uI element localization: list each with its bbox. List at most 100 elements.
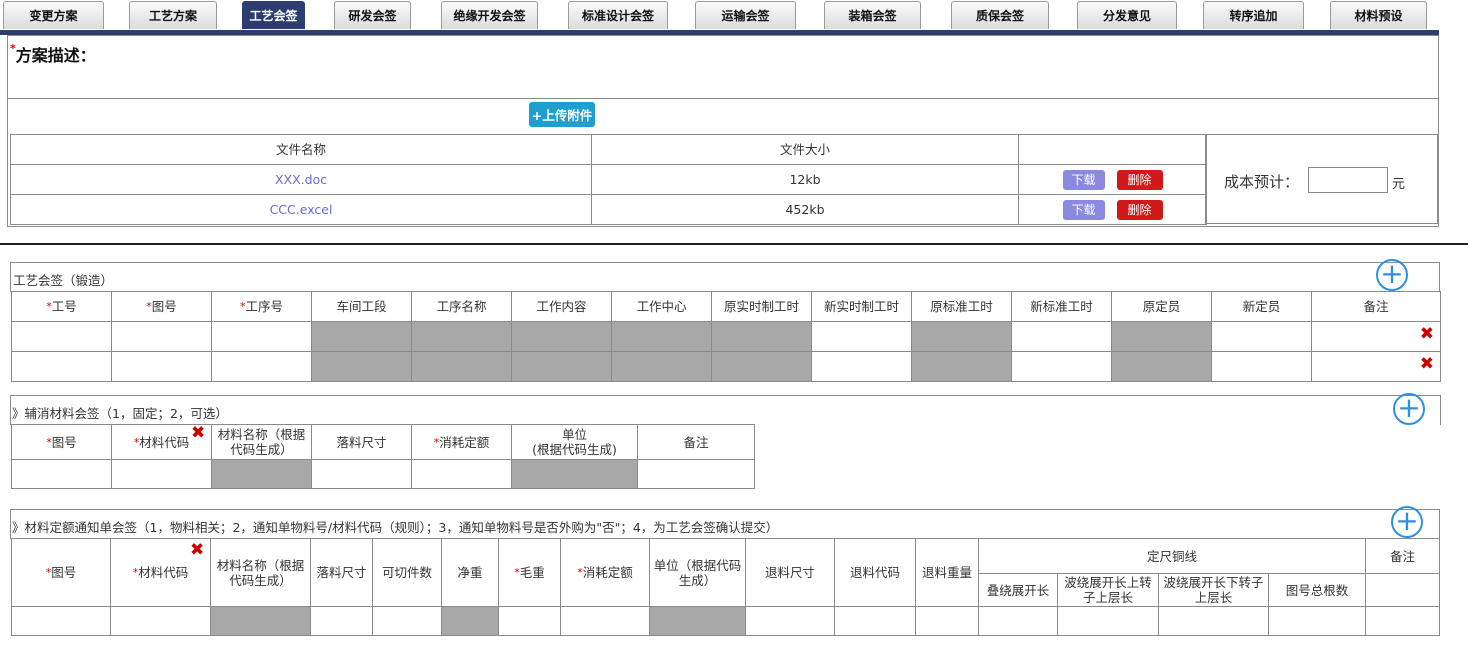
tab-8[interactable]: 质保会签	[951, 1, 1049, 29]
cell[interactable]	[1267, 606, 1367, 636]
cell[interactable]	[811, 321, 912, 352]
download-button[interactable]: 下载	[1062, 199, 1105, 220]
file-size: 452kb	[591, 194, 1019, 225]
tab-1[interactable]: 工艺方案	[129, 1, 217, 29]
add-row-icon[interactable]: +	[1393, 393, 1425, 425]
cell[interactable]	[1365, 606, 1441, 636]
cell[interactable]	[1158, 606, 1269, 636]
description-box[interactable]: *方案描述：	[7, 35, 1439, 99]
process-sign-header	[10, 262, 1440, 292]
cost-input[interactable]	[1308, 167, 1388, 193]
file-table: 文件名称 文件大小 XXX.doc 12kb 下载 删除 CCC.excel 45…	[10, 134, 1207, 225]
cell[interactable]	[211, 321, 312, 352]
cell[interactable]: ✖	[1311, 351, 1441, 382]
column-header: 可切件数	[372, 538, 442, 607]
cell[interactable]	[1011, 351, 1112, 382]
column-header: 新实时制工时	[811, 291, 912, 322]
column-header: 单位 (根据代码生成)	[511, 424, 638, 460]
cell[interactable]	[1057, 606, 1159, 636]
tab-5[interactable]: 标准设计会签	[568, 1, 668, 29]
download-button[interactable]: 下载	[1062, 169, 1105, 190]
cell[interactable]	[1211, 321, 1312, 352]
tab-4[interactable]: 绝缘开发会签	[441, 1, 538, 29]
column-header: 波绕展开长下转子上层长	[1158, 573, 1269, 607]
cell[interactable]	[745, 606, 835, 636]
cell[interactable]	[11, 459, 112, 489]
cell[interactable]	[915, 606, 979, 636]
cell[interactable]	[372, 606, 442, 636]
cell[interactable]	[637, 459, 755, 489]
column-header-label: 工号	[51, 299, 77, 314]
tab-9[interactable]: 分发意见	[1077, 1, 1177, 29]
aux-sign-title: 》辅消材料会签（1，固定；2，可选）	[12, 406, 228, 421]
cell[interactable]	[11, 606, 111, 636]
column-header: 工作内容	[511, 291, 612, 322]
add-row-icon[interactable]: +	[1376, 259, 1408, 291]
cell[interactable]	[110, 606, 211, 636]
aux-sign-table: *图号 *材料代码 材料名称（根据代码生成） 落料尺寸 *消耗定额 单位 (根据代码生成)…	[11, 424, 755, 489]
cell	[211, 459, 312, 489]
tab-10[interactable]: 转序追加	[1203, 1, 1304, 29]
column-header: 净重	[441, 538, 499, 607]
column-header: *消耗定额	[411, 424, 512, 460]
tab-3[interactable]: 研发会签	[334, 1, 411, 29]
column-header-label: 工作内容	[536, 299, 587, 314]
tab-7[interactable]: 装箱会签	[824, 1, 921, 29]
cell[interactable]	[834, 606, 916, 636]
add-row-icon[interactable]: +	[1391, 506, 1423, 538]
aux-sign-header-row: *图号 *材料代码 材料名称（根据代码生成） 落料尺寸 *消耗定额 单位 (根据代码生成)…	[11, 424, 755, 460]
quota-sign-title: 》材料定额通知单会签（1，物料相关；2，通知单物料号/材料代码（规则）；3，通知…	[12, 520, 779, 535]
cell[interactable]: ✖	[1311, 321, 1441, 352]
delete-row-icon[interactable]: ✖	[1420, 356, 1434, 373]
column-header: 新标准工时	[1011, 291, 1112, 322]
column-header: 退料重量	[915, 538, 979, 607]
column-header-label: 备注	[1390, 548, 1416, 564]
file-actions: 下载 删除	[1018, 194, 1207, 225]
cell[interactable]	[411, 459, 512, 489]
file-actions: 下载 删除	[1018, 164, 1207, 195]
cell[interactable]	[111, 351, 212, 382]
cell[interactable]	[211, 351, 312, 382]
quota-sign-header-row: *图号 *材料代码 材料名称（根据代码生成） 落料尺寸 可切件数 净重 *毛重 *消耗定额 单位…	[11, 538, 1441, 607]
cell[interactable]	[1011, 321, 1112, 352]
column-header-label: 可切件数	[381, 565, 432, 580]
tab-2[interactable]: 工艺会签	[242, 1, 305, 29]
column-header: 材料名称（根据代码生成）	[211, 424, 312, 460]
cost-label: 成本预计：	[1224, 173, 1300, 191]
tab-0[interactable]: 变更方案	[3, 1, 104, 29]
cell[interactable]	[111, 459, 212, 489]
cell[interactable]	[310, 606, 373, 636]
column-header: 定尺铜线	[977, 538, 1367, 574]
process-sign-header-row: *工号 *图号 *工序号 车间工段 工序名称 工作内容 工作中心 原实时制工时 新实时制工时 原标…	[11, 291, 1441, 322]
cell[interactable]	[978, 606, 1058, 636]
cell[interactable]	[811, 351, 912, 382]
delete-row-icon[interactable]: ✖	[1420, 326, 1434, 343]
column-header: *毛重	[498, 538, 561, 607]
column-header: 新定员	[1211, 291, 1312, 322]
delete-column-icon[interactable]: ✖	[191, 423, 205, 443]
cell[interactable]	[311, 459, 412, 489]
delete-column-icon[interactable]: ✖	[190, 540, 204, 560]
column-header: 叠绕展开长	[978, 573, 1058, 607]
column-header-label: 新标准工时	[1030, 299, 1093, 314]
tab-6[interactable]: 运输会签	[695, 1, 796, 29]
column-header: 材料名称（根据代码生成）	[210, 538, 311, 607]
delete-button[interactable]: 删除	[1116, 199, 1163, 220]
cell[interactable]	[1211, 351, 1312, 382]
column-header-label: 单位（根据代码生成）	[653, 557, 742, 588]
column-header: 落料尺寸	[311, 424, 412, 460]
delete-button[interactable]: 删除	[1116, 169, 1163, 190]
cell[interactable]	[111, 321, 212, 352]
column-header-label: 落料尺寸	[316, 565, 367, 580]
tab-11[interactable]: 材料预设	[1330, 1, 1427, 29]
column-header: *图号	[11, 424, 112, 460]
file-name-link[interactable]: XXX.doc	[10, 164, 592, 195]
cell[interactable]	[498, 606, 561, 636]
cell	[511, 351, 612, 382]
cell[interactable]	[11, 321, 112, 352]
cell[interactable]	[560, 606, 650, 636]
cell	[1365, 573, 1441, 607]
file-name-link[interactable]: CCC.excel	[10, 194, 592, 225]
upload-attachment-button[interactable]: +上传附件	[529, 102, 595, 127]
cell[interactable]	[11, 351, 112, 382]
